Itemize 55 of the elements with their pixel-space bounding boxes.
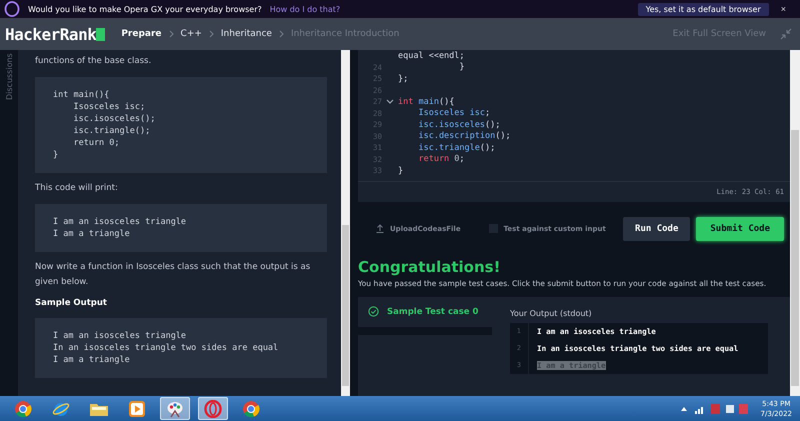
code-line: In an isosceles triangle two sides are equal [53,342,280,354]
breadcrumb-link[interactable]: Prepare [121,29,162,39]
chrome-logo-icon [14,400,32,418]
code-text: equal <<endl; [398,50,465,61]
paragraph: functions of the base class. [35,55,152,68]
paragraph: This code will print: [35,182,119,195]
scrollbar[interactable] [341,50,350,396]
run-code-button[interactable]: Run Code [623,216,690,240]
check-circle-icon [368,306,379,317]
opera-logo-icon [4,1,20,17]
help-link[interactable]: How do I do that? [270,4,340,14]
code-text: int main(){ [398,96,454,107]
submit-code-button[interactable]: Submit Code [696,216,784,240]
breadcrumb-link[interactable]: C++ [180,29,202,39]
code-text: isc.isosceles(); [417,120,500,130]
opera-logo-icon [204,400,222,418]
section-heading: Sample Output [35,298,108,308]
chevron-down-icon[interactable] [386,98,394,105]
taskbar-app-button[interactable] [198,397,228,420]
code-line: I am a triangle [53,354,131,366]
scrollbar[interactable] [790,50,800,396]
code-text: Isosceles isc; [417,108,490,118]
output-label: Your Output (stdout) [510,308,593,318]
paragraph: Now write a function in Isosceles class such that the output is as given below. [35,261,312,289]
code-line: return 0; [72,137,121,149]
code-line: isc.triangle(); [72,125,152,137]
chevron-right-icon [168,30,174,38]
code-line: Isosceles isc; [72,101,146,113]
logo-square-icon [96,28,106,40]
code-line: I am a triangle [53,228,131,240]
paint-palette-icon [166,400,184,418]
set-default-button[interactable]: Yes, set it as default browser [638,2,769,16]
chevron-right-icon [278,30,284,38]
chrome-logo-icon [242,400,260,418]
code-text: } [458,62,465,72]
logo[interactable]: HackerRank [5,24,96,44]
close-button[interactable]: × [776,4,790,14]
code-line: int main(){ [53,89,110,101]
tray-icons-drawing [678,402,749,414]
code-line: I am an isosceles triangle [53,330,188,342]
code-text: isc.description(); [417,131,511,142]
code-line: } [53,149,60,161]
code-line: I am an isosceles triangle [53,216,188,228]
code-text: }; [398,74,408,84]
code-line: isc.isosceles(); [72,113,156,125]
breadcrumb-link[interactable]: Inheritance [220,29,272,39]
code-text: } [398,166,404,176]
upload-icon [376,224,384,233]
code-text: isc.triangle(); [417,142,496,153]
code-text: return 0; [417,154,465,164]
chevron-right-icon [208,30,214,38]
result-title: Congratulations! [358,258,502,276]
play-button-icon [128,400,146,418]
taskbar-app-button[interactable] [160,397,190,420]
banner-message: Would you like to make Opera GX your everyday browser? [28,4,262,14]
